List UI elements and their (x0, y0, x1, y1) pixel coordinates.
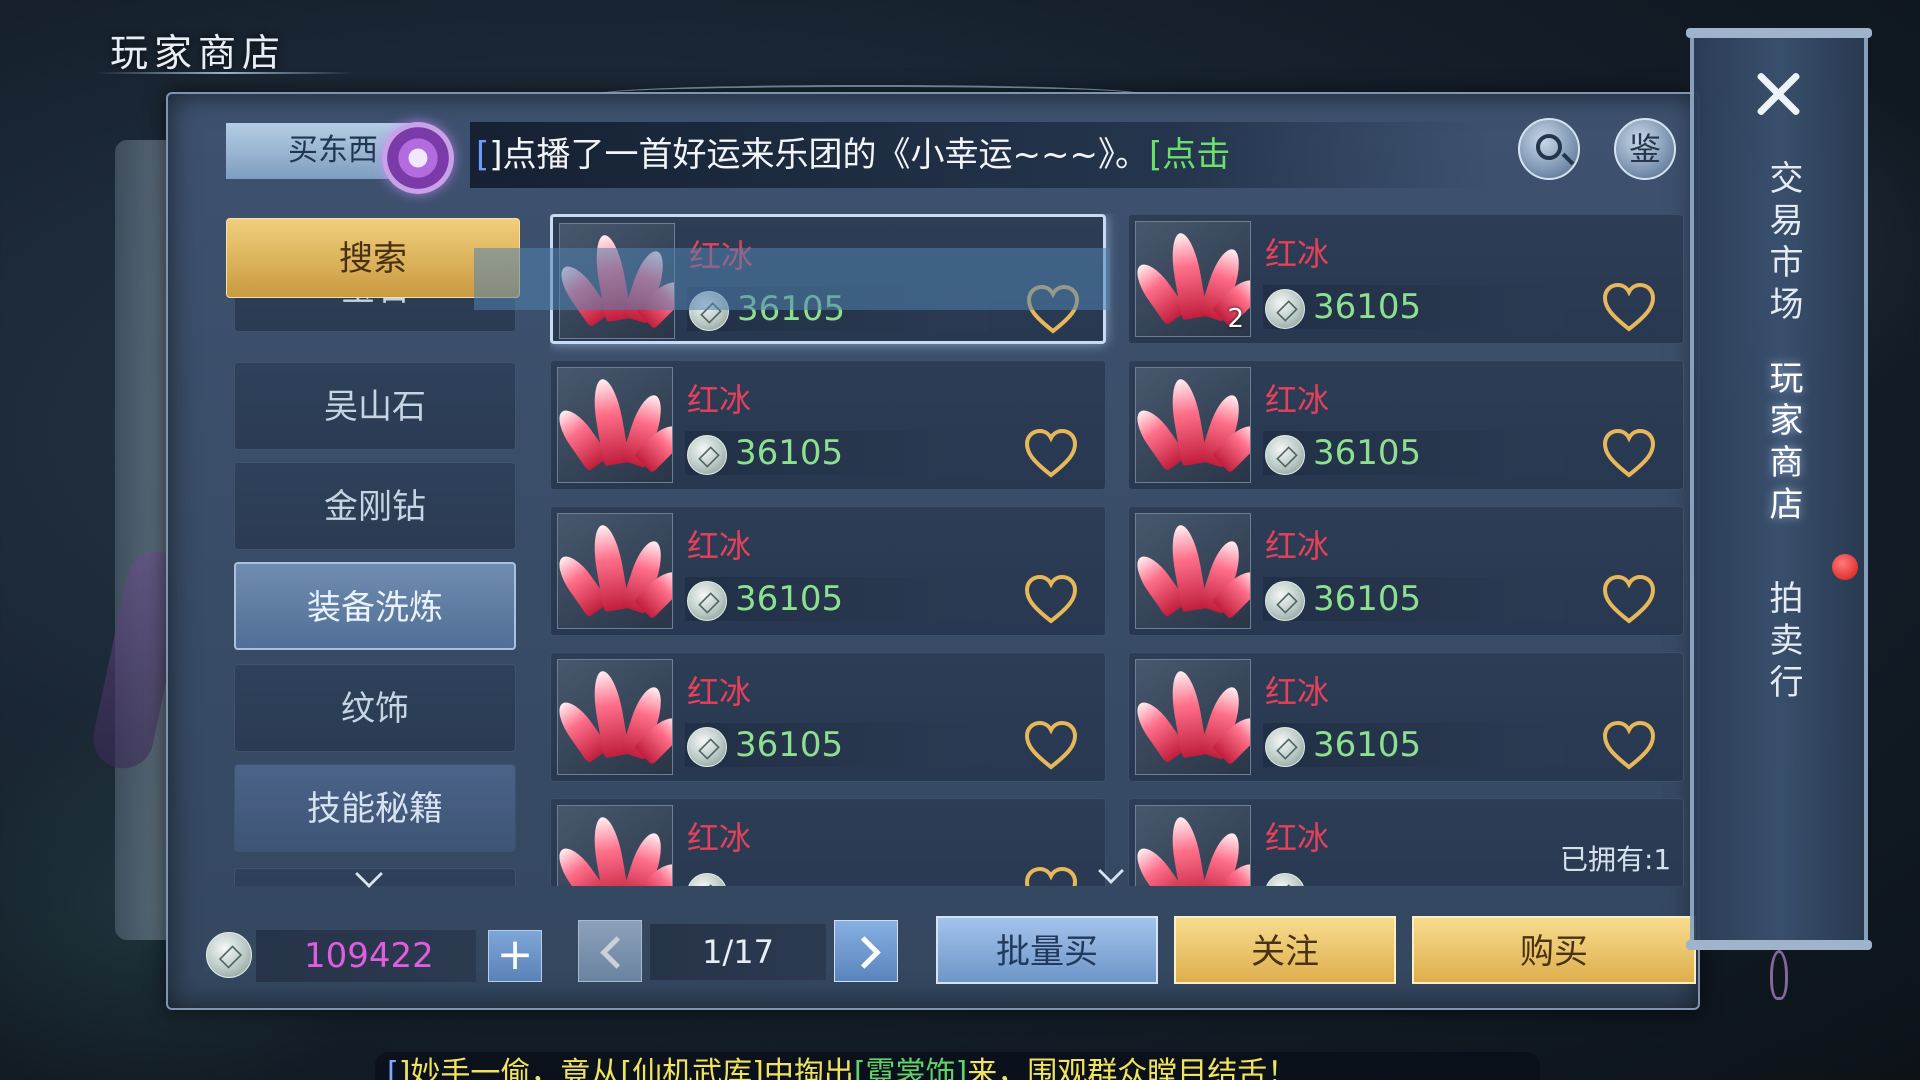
item-name: 红冰 (1265, 527, 1330, 565)
ticker-text-end: 来，围观群众瞠目结舌！ (967, 1056, 1298, 1080)
category-sidebar: 搜索 宝石 吴山石 金刚钻 装备洗炼 纹饰 技能秘籍 (222, 214, 522, 886)
ticker-text: ]妙手一偷，竟从[仙机武库]中掏出 (398, 1056, 854, 1080)
red-ice-crystal-icon (557, 805, 673, 886)
item-card[interactable]: 2 红冰 36105 (1128, 214, 1684, 344)
tassel-decoration (1770, 950, 1788, 1000)
item-price: 36105 (1313, 433, 1422, 473)
owned-count: 已拥有:1 (1560, 843, 1672, 876)
prev-page-button[interactable] (578, 920, 642, 982)
coin-icon (687, 581, 727, 621)
ticker-item: [霓裳饰] (853, 1056, 968, 1080)
item-card[interactable]: 红冰 36105 (1128, 360, 1684, 490)
item-name: 红冰 (689, 237, 754, 275)
category-wushan-stone[interactable]: 吴山石 (234, 362, 516, 450)
item-name: 红冰 (1265, 819, 1330, 857)
coin-icon (1265, 727, 1305, 767)
notification-dot (1832, 554, 1858, 580)
item-name: 红冰 (1265, 381, 1330, 419)
broadcast-marquee: []点播了一首好运来乐团的《小幸运~~~》。[点击 (470, 122, 1490, 188)
favorite-heart-icon[interactable] (1601, 719, 1657, 771)
item-price: 36105 (1313, 287, 1422, 327)
buy-button[interactable]: 购买 (1412, 916, 1696, 984)
favorite-heart-icon[interactable] (1023, 573, 1079, 625)
favorite-heart-icon[interactable] (1601, 573, 1657, 625)
item-name: 红冰 (1265, 235, 1330, 273)
red-ice-crystal-icon (1135, 659, 1251, 775)
item-name: 红冰 (687, 673, 752, 711)
panel-ornament (600, 85, 1140, 103)
item-name: 红冰 (687, 819, 752, 857)
item-card[interactable]: 红冰 36105 (550, 360, 1106, 490)
category-skill-book[interactable]: 技能秘籍 (234, 764, 516, 852)
coin-icon (687, 727, 727, 767)
coin-icon (1265, 289, 1305, 329)
marquee-link[interactable]: [点击 (1149, 135, 1230, 175)
scroll-rod-top (1686, 28, 1872, 38)
item-price: 36105 (737, 289, 846, 329)
marquee-text: ]点播了一首好运来乐团的《小幸运~~~》。 (489, 135, 1149, 175)
appraise-button[interactable]: 鉴 (1614, 118, 1676, 180)
red-ice-crystal-icon (1135, 513, 1251, 629)
item-card[interactable]: 红冰 36105 (550, 214, 1106, 344)
red-ice-crystal-icon (1135, 805, 1251, 886)
add-currency-button[interactable]: + (488, 930, 542, 982)
red-ice-crystal-icon: 2 (1135, 221, 1251, 337)
currency-balance: 109422 (256, 930, 476, 982)
item-price: 36105 (735, 579, 844, 619)
category-ornament[interactable]: 纹饰 (234, 664, 516, 752)
red-ice-crystal-icon (559, 223, 675, 339)
coin-icon (687, 435, 727, 475)
item-price: 36105 (1313, 579, 1422, 619)
red-ice-crystal-icon (557, 659, 673, 775)
search-button[interactable]: 搜索 (226, 218, 520, 298)
ticker-player: [ (387, 1056, 399, 1080)
red-ice-crystal-icon (1135, 367, 1251, 483)
item-name: 红冰 (687, 527, 752, 565)
item-card[interactable]: 红冰 36105 (1128, 652, 1684, 782)
item-card[interactable]: 红冰 36105 (550, 652, 1106, 782)
coin-icon (689, 291, 729, 331)
tab-player-shop[interactable]: 玩家商店 (1748, 360, 1808, 528)
search-icon (1536, 134, 1562, 160)
red-ice-crystal-icon (557, 513, 673, 629)
screen-title: 玩家商店 (110, 31, 287, 75)
scroll-rod-bottom (1686, 940, 1872, 950)
bulk-buy-button[interactable]: 批量买 (936, 916, 1158, 984)
item-grid: 红冰 36105 2 红冰 36105 红冰 36105 红冰 36105 红冰… (550, 214, 1684, 886)
page-indicator: 1/17 (650, 924, 826, 980)
coin-icon (1265, 435, 1305, 475)
favorite-heart-icon[interactable] (1025, 283, 1081, 335)
system-ticker: []妙手一偷，竟从[仙机武库]中掏出[霓裳饰]来，围观群众瞠目结舌！ (375, 1052, 1540, 1080)
item-card[interactable]: 红冰 (550, 798, 1106, 886)
coin-icon (687, 873, 727, 886)
tab-trade-market[interactable]: 交易市场 (1748, 160, 1808, 328)
item-price: 36105 (1313, 725, 1422, 765)
currency-icon (206, 932, 252, 978)
tab-auction-house[interactable]: 拍卖行 (1748, 580, 1808, 706)
music-disc-icon (382, 122, 454, 194)
next-page-button[interactable] (834, 920, 898, 982)
favorite-heart-icon[interactable] (1601, 427, 1657, 479)
title-underline (95, 72, 355, 74)
item-name: 红冰 (1265, 673, 1330, 711)
favorite-heart-icon[interactable] (1601, 281, 1657, 333)
item-card[interactable]: 红冰 36105 (550, 506, 1106, 636)
item-name: 红冰 (687, 381, 752, 419)
favorite-heart-icon[interactable] (1023, 427, 1079, 479)
close-icon[interactable] (1748, 64, 1808, 124)
marquee-player: [ (476, 135, 490, 175)
category-diamond[interactable]: 金刚钻 (234, 462, 516, 550)
item-price: 36105 (735, 725, 844, 765)
item-quantity: 2 (1227, 304, 1244, 334)
item-card[interactable]: 红冰 36105 (1128, 506, 1684, 636)
follow-button[interactable]: 关注 (1174, 916, 1396, 984)
favorite-heart-icon[interactable] (1023, 719, 1079, 771)
category-equip-refine[interactable]: 装备洗炼 (234, 562, 516, 650)
favorite-heart-icon[interactable] (1023, 865, 1079, 886)
search-player-button[interactable] (1518, 118, 1580, 180)
coin-icon (1265, 581, 1305, 621)
red-ice-crystal-icon (557, 367, 673, 483)
item-price: 36105 (735, 433, 844, 473)
coin-icon (1265, 873, 1305, 886)
